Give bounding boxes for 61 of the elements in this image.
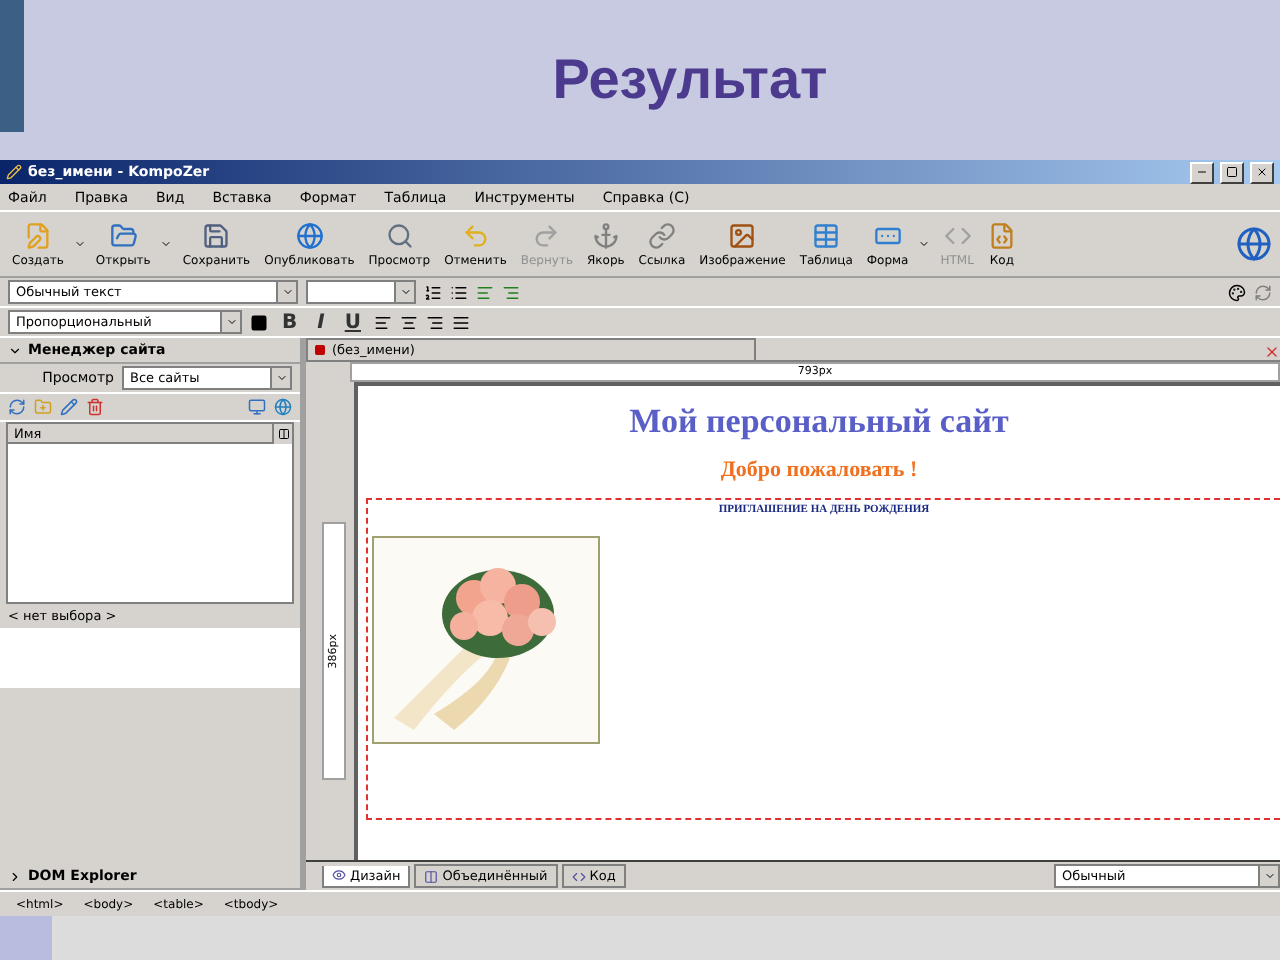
monitor-icon[interactable] (248, 398, 266, 416)
globe-icon (295, 221, 324, 249)
code-file-icon (987, 221, 1016, 249)
minimize-button[interactable] (1190, 161, 1214, 183)
caret-icon (281, 286, 293, 298)
bullet-list-icon[interactable] (450, 283, 468, 301)
eye-icon (332, 868, 346, 882)
text-style-button[interactable]: B (276, 311, 304, 333)
refresh-icon[interactable] (8, 398, 26, 416)
text-style-button[interactable]: U (338, 311, 367, 333)
delete-icon[interactable] (86, 398, 104, 416)
text-style-button[interactable]: I (311, 311, 331, 333)
pencil-icon[interactable] (60, 398, 78, 416)
page-heading: Мой персональный сайт (629, 402, 1009, 442)
columns-icon (277, 427, 289, 439)
magnifier-icon (385, 221, 414, 249)
refresh-icon[interactable] (1254, 283, 1272, 301)
globe-icon (1236, 226, 1272, 262)
close-icon[interactable] (1264, 344, 1280, 360)
save-icon (202, 221, 231, 249)
text-color-icon[interactable] (250, 313, 268, 331)
page-icon (314, 344, 326, 356)
globe-icon[interactable] (274, 398, 292, 416)
caret-icon (399, 286, 411, 298)
app-icon (6, 164, 22, 180)
indent-icon[interactable] (502, 283, 520, 301)
caret-icon[interactable] (160, 238, 173, 250)
anchor-icon (591, 221, 620, 249)
table-icon (812, 221, 841, 249)
link-icon (647, 221, 676, 249)
caret-icon (275, 372, 287, 384)
collapse-icon[interactable] (8, 343, 22, 357)
expand-icon[interactable] (8, 869, 22, 883)
code-icon (571, 869, 586, 883)
redo-icon (532, 221, 561, 249)
accent-block (0, 916, 52, 960)
font-select[interactable] (306, 280, 416, 304)
minimize-icon (1196, 166, 1208, 178)
page-subheading: Добро пожаловать ! (720, 458, 918, 482)
pencil-page-icon (23, 221, 52, 249)
caret-icon (225, 316, 237, 328)
outdent-icon[interactable] (476, 283, 494, 301)
undo-icon (461, 221, 490, 249)
align-justify-icon[interactable] (452, 313, 471, 331)
caret-icon[interactable] (918, 238, 931, 250)
accent-bar (0, 0, 24, 132)
maximize-button[interactable] (1220, 161, 1244, 183)
align-left-icon[interactable] (374, 313, 393, 331)
folder-icon (109, 221, 138, 249)
palette-icon[interactable] (1228, 283, 1246, 301)
close-icon (1256, 166, 1268, 178)
caret-icon[interactable] (73, 238, 86, 250)
slide-title: Результат (552, 48, 828, 112)
numbered-list-icon[interactable] (424, 283, 442, 301)
close-button[interactable] (1250, 161, 1274, 183)
align-right-icon[interactable] (426, 313, 445, 331)
maximize-icon (1226, 166, 1238, 178)
caret-icon (1263, 870, 1275, 882)
image-icon (728, 221, 757, 249)
align-center-icon[interactable] (400, 313, 419, 331)
columns-icon (424, 869, 439, 883)
